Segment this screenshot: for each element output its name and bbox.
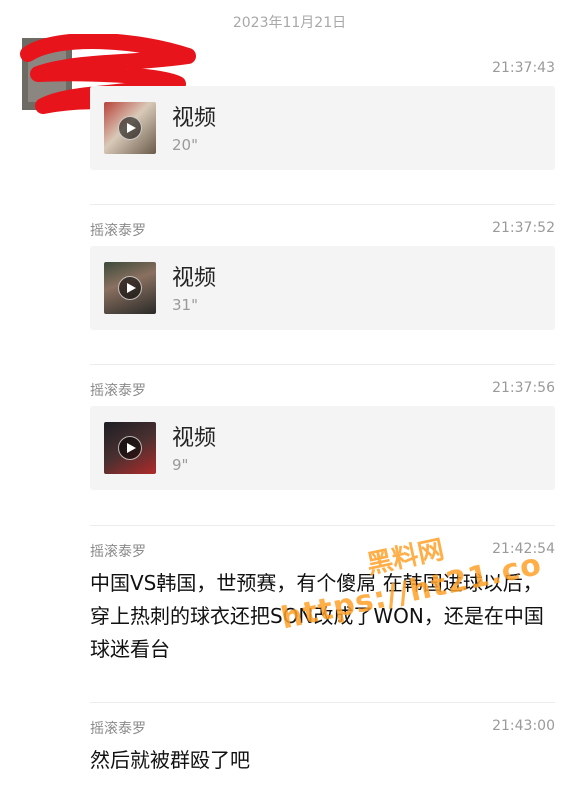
divider (90, 364, 555, 365)
video-card[interactable]: 视频 9" (90, 406, 555, 490)
video-card[interactable]: 视频 20" (90, 86, 555, 170)
video-thumbnail (104, 102, 156, 154)
sender-name: 摇滚泰罗 (90, 383, 146, 399)
video-duration: 9" (172, 456, 189, 474)
divider (90, 525, 555, 526)
play-icon[interactable] (118, 436, 142, 460)
play-icon[interactable] (118, 276, 142, 300)
message-time: 21:43:00 (492, 718, 555, 734)
video-thumbnail (104, 262, 156, 314)
video-title: 视频 (172, 106, 217, 131)
message-time: 21:42:54 (492, 541, 555, 557)
video-thumbnail (104, 422, 156, 474)
video-title: 视频 (172, 266, 217, 291)
divider (90, 702, 555, 703)
play-icon[interactable] (118, 116, 142, 140)
video-duration: 31" (172, 296, 198, 314)
divider (90, 204, 555, 205)
date-separator: 2023年11月21日 (232, 15, 347, 31)
video-title: 视频 (172, 426, 217, 451)
sender-name: 摇滚泰罗 (90, 223, 146, 239)
message-text: 中国VS韩国，世预赛，有个傻屌 在韩国进球以后，穿上热刺的球衣还把SON改成了W… (90, 571, 544, 661)
sender-name: 摇滚泰罗 (90, 721, 146, 737)
video-duration: 20" (172, 136, 198, 154)
message-time: 21:37:56 (492, 380, 555, 396)
message-time: 21:37:52 (492, 220, 555, 236)
message-time: 21:37:43 (492, 60, 555, 76)
message-text: 然后就被群殴了吧 (90, 748, 250, 772)
sender-name: 摇滚泰罗 (90, 544, 146, 560)
video-card[interactable]: 视频 31" (90, 246, 555, 330)
